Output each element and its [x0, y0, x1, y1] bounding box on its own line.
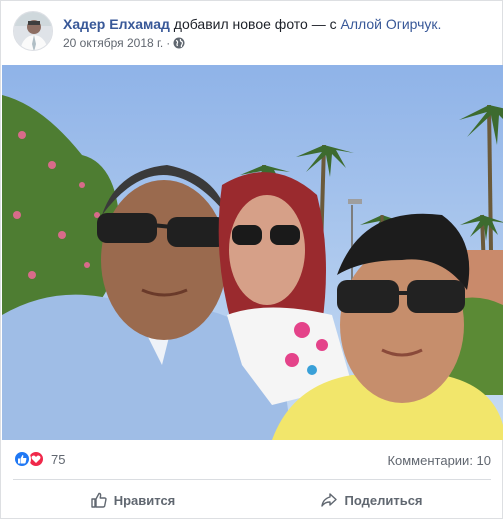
thumbs-up-icon: [91, 492, 107, 508]
author-avatar[interactable]: [13, 11, 53, 51]
like-button-label: Нравится: [113, 492, 176, 508]
avatar-image: [14, 12, 52, 50]
meta-separator: ·: [166, 36, 171, 50]
family-selfie-image: [2, 65, 503, 440]
post-stats: 75 Комментарии: 10: [13, 447, 491, 473]
post-action-text: добавил новое фото — с: [173, 16, 337, 32]
post-header: Хадер Елхамад добавил новое фото — с Алл…: [13, 11, 493, 55]
like-button[interactable]: Нравится: [13, 483, 252, 517]
author-name-link[interactable]: Хадер Елхамад: [63, 16, 170, 32]
tagged-user-link[interactable]: Аллой Огирчук.: [341, 16, 442, 32]
reaction-count[interactable]: 75: [51, 452, 65, 467]
post-photo[interactable]: [2, 65, 503, 440]
share-arrow-icon: [321, 493, 338, 507]
post-date[interactable]: 20 октября 2018 г.: [63, 35, 163, 51]
post-title-line: Хадер Елхамад добавил новое фото — с Алл…: [63, 15, 441, 33]
post-meta: 20 октября 2018 г. ·: [63, 35, 185, 51]
comments-count-link[interactable]: Комментарии: 10: [387, 453, 491, 468]
like-icon: [13, 450, 31, 468]
post-card: Хадер Елхамад добавил новое фото — с Алл…: [0, 0, 503, 519]
share-button-label: Поделиться: [344, 492, 423, 508]
action-divider: [13, 479, 491, 480]
post-actions: Нравится Поделиться: [13, 483, 491, 517]
globe-icon[interactable]: [173, 37, 185, 49]
reactions-summary[interactable]: 75: [13, 450, 65, 468]
share-button[interactable]: Поделиться: [252, 483, 491, 517]
